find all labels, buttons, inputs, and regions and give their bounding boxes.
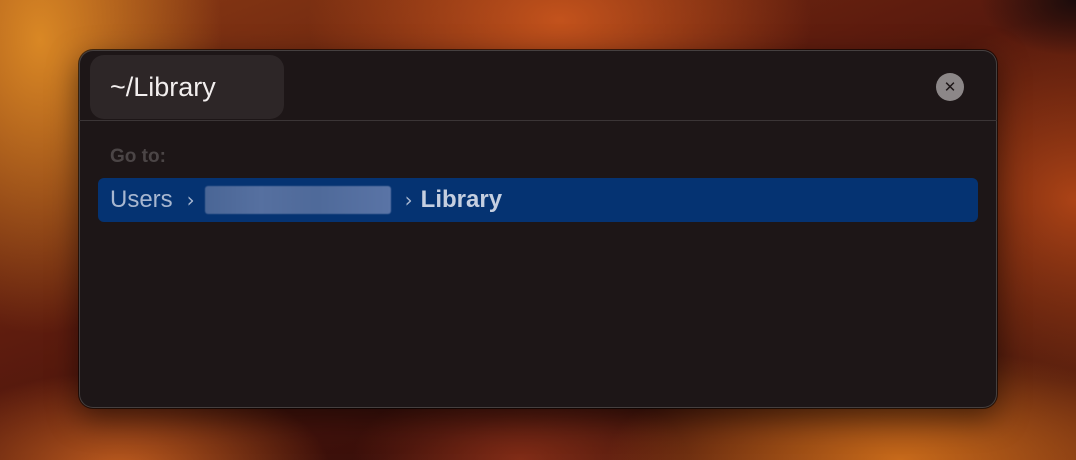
path-input[interactable]: ~/Library [90, 55, 284, 119]
go-to-folder-dialog: ~/Library ✕ Go to: Users › › Library [79, 50, 997, 408]
suggestion-row[interactable]: Users › › Library [98, 178, 978, 222]
chevron-right-icon: › [404, 188, 413, 212]
clear-icon[interactable]: ✕ [936, 73, 964, 101]
redacted-username [204, 186, 391, 214]
search-row: ~/Library ✕ [79, 50, 997, 121]
crumb-library: Library [420, 186, 503, 213]
chevron-right-icon: › [186, 188, 195, 212]
go-to-label: Go to: [110, 146, 166, 167]
crumb-users: Users [110, 186, 173, 213]
